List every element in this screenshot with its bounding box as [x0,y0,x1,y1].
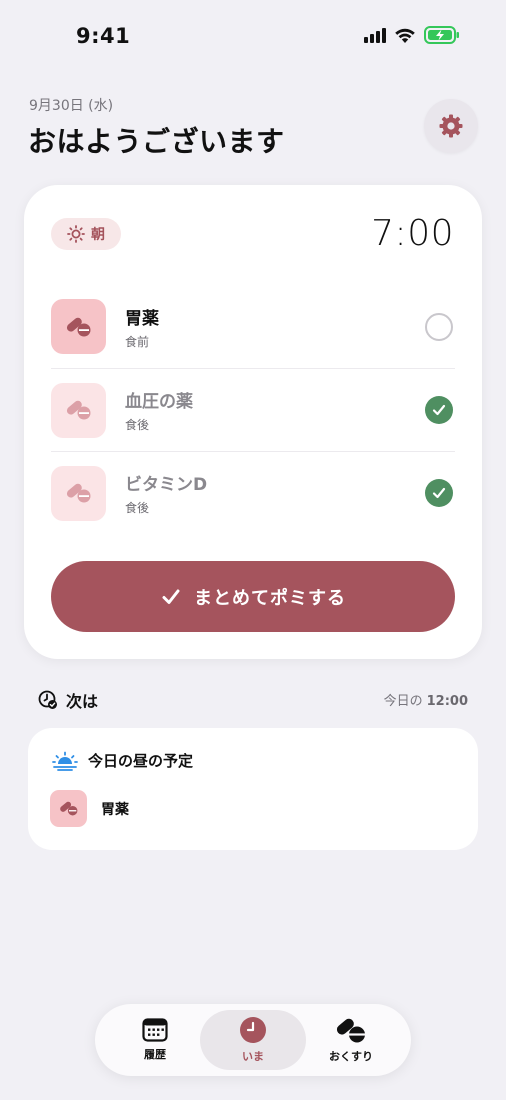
current-date: 9月30日 (水) [29,98,114,114]
time-of-day-label: 朝 [91,227,105,243]
medication-row[interactable]: 胃薬 食前 [51,285,455,368]
sunrise-icon [52,751,78,771]
pill-icon [66,400,90,420]
medication-icon-box [50,790,87,827]
wifi-icon [395,28,415,43]
medication-timing: 食前 [125,334,150,349]
cellular-signal-icon [364,27,386,43]
medication-icon-box [51,382,106,438]
medication-timing: 食後 [125,418,150,432]
medication-row[interactable]: ビタミンD 食後 [51,451,455,534]
status-time: 9:41 [76,24,131,48]
medication-timing: 食後 [125,501,150,515]
dose-time: 7:00 [371,213,454,254]
tab-now[interactable]: いま [200,1010,306,1070]
calendar-icon [142,1018,168,1042]
greeting-title: おはようございます [28,125,285,158]
tab-label: いま [242,1050,264,1063]
sun-icon [67,225,85,243]
clock-check-icon [38,690,57,709]
next-medication-item: 胃薬 [50,790,129,827]
tab-medications[interactable]: おくすり [301,1010,401,1070]
take-all-button[interactable]: まとめてポミする [51,561,455,632]
medication-row[interactable]: 血圧の薬 食後 [51,368,455,451]
checkmark-icon [162,589,180,604]
tab-label: おくすり [329,1050,373,1063]
checkmark-icon [432,487,446,499]
settings-button[interactable] [424,99,478,153]
pill-icon [66,483,90,503]
medication-name: ビタミンD [125,475,208,495]
next-schedule-title: 今日の昼の予定 [88,752,194,770]
medication-name: 血圧の薬 [125,392,193,412]
medication-list: 胃薬 食前 血圧の薬 食後 ビタミンD 食後 [51,285,455,534]
medication-name: 胃薬 [125,308,159,329]
next-medication-name: 胃薬 [101,801,129,818]
next-dose-time: 今日の 12:00 [384,690,468,709]
status-bar: 9:41 [0,0,506,76]
next-time-prefix: 今日の [383,694,423,709]
time-of-day-badge: 朝 [51,218,121,250]
medication-icon-box [51,465,106,521]
gear-icon [439,114,463,138]
checkmark-icon [432,404,446,416]
morning-dose-card: 朝 7:00 胃薬 食前 血圧の薬 食後 ビタミンD 食後 まとめてポミする [24,185,482,659]
medication-icon-box [51,299,106,354]
tab-label: 履歴 [144,1048,166,1061]
tab-bar: 履歴 いま おくすり [95,1004,411,1076]
status-icons [364,26,460,44]
next-schedule-card[interactable]: 今日の昼の予定 胃薬 [28,728,478,850]
next-time-value: 12:00 [426,694,468,709]
battery-charging-icon [424,26,459,44]
pill-icon [66,317,90,336]
clock-icon [240,1017,266,1043]
take-all-label: まとめてポミする [194,587,346,609]
tab-history[interactable]: 履歴 [105,1010,205,1070]
take-checkbox-unchecked[interactable] [425,312,453,341]
taken-checkmark[interactable] [425,479,453,507]
pill-icon [59,801,77,816]
next-section-title: 次は [66,692,99,711]
pills-icon [336,1018,365,1043]
taken-checkmark[interactable] [425,396,453,424]
next-section-header: 次は [38,688,98,712]
